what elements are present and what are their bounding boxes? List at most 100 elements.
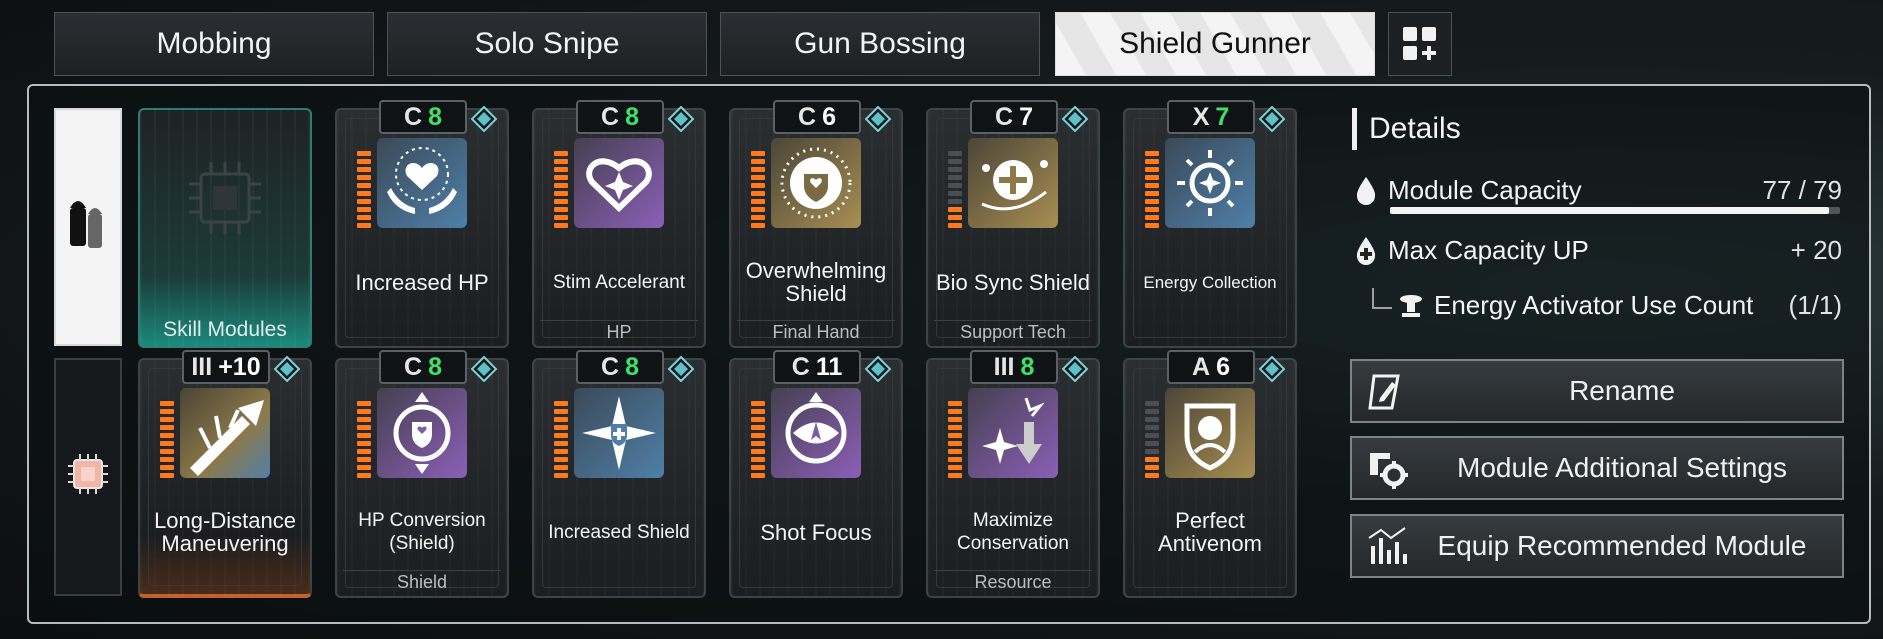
tree-branch-icon — [1372, 288, 1392, 309]
module-card[interactable]: C 8 Increased Shield — [532, 350, 706, 598]
module-icon-frame — [377, 388, 467, 478]
level-bars — [751, 144, 765, 228]
level-bars — [554, 394, 568, 478]
module-category: Support Tech — [934, 320, 1092, 344]
capacity-cost-badge: C 8 — [576, 350, 664, 384]
gem-icon — [865, 106, 891, 132]
module-name: Shot Focus — [760, 519, 872, 545]
module-card[interactable]: III +10 Long-Distance Maneuvering — [138, 350, 312, 598]
gem-icon — [1062, 106, 1088, 132]
cost-value: 7 — [1215, 102, 1230, 131]
level-bars — [357, 144, 371, 228]
max-capacity-value: + 20 — [1790, 234, 1842, 265]
module-additional-settings-button[interactable]: Module Additional Settings — [1350, 436, 1844, 500]
sun-star-icon — [1177, 150, 1243, 216]
module-capacity-value: 77 / 79 — [1762, 174, 1842, 205]
cost-value: 8 — [428, 352, 442, 381]
cost-value: 8 — [625, 352, 639, 381]
activator-row: Energy Activator Use Count (1/1) — [1370, 285, 1842, 325]
skill-module-label: Skill Modules — [163, 317, 287, 341]
cost-value: 11 — [815, 352, 843, 381]
tab-shield-gunner[interactable]: Shield Gunner — [1055, 12, 1375, 76]
capacity-cost-badge: A 6 — [1167, 350, 1255, 384]
cost-value: +10 — [218, 352, 261, 381]
cost-type-icon: C — [601, 102, 620, 131]
module-name: HP Conversion (Shield) — [358, 510, 486, 554]
drop-icon — [1356, 177, 1376, 205]
gem-icon — [274, 356, 300, 382]
module-icon-frame — [771, 138, 861, 228]
tab-solo-snipe[interactable]: Solo Snipe — [387, 12, 707, 76]
cost-value: 8 — [428, 102, 442, 131]
module-capacity-fill — [1390, 207, 1829, 214]
equip-recommended-module-button[interactable]: Equip Recommended Module — [1350, 514, 1844, 578]
module-capacity-bar — [1390, 207, 1840, 214]
skill-module-slot[interactable]: Skill Modules — [138, 108, 312, 348]
add-grid-icon — [1403, 27, 1436, 60]
module-name: Overwhelming Shield — [745, 258, 887, 306]
rename-button[interactable]: Rename — [1350, 359, 1844, 423]
level-bars — [751, 394, 765, 478]
cost-type-icon: III — [191, 352, 213, 381]
tab-mobbing[interactable]: Mobbing — [54, 12, 374, 76]
module-name: Increased HP — [355, 269, 489, 295]
module-icon-frame — [1165, 138, 1255, 228]
gem-icon — [1259, 106, 1285, 132]
module-card[interactable]: C 8 HP Conversion (Shield) Shield — [335, 350, 509, 598]
capacity-cost-badge: C 6 — [773, 100, 861, 134]
spiked-shield-icon — [780, 147, 852, 219]
gem-icon — [471, 356, 497, 382]
module-name: Perfect Antivenom — [1158, 508, 1262, 556]
module-card[interactable]: C 8 Increased HP — [335, 100, 509, 348]
gem-icon — [471, 106, 497, 132]
level-bars — [160, 394, 174, 478]
settings-gear-icon — [1370, 453, 1408, 489]
module-icon-frame — [771, 388, 861, 478]
add-preset-button[interactable] — [1388, 12, 1452, 76]
level-bars — [1145, 394, 1159, 478]
module-card[interactable]: A 6 Perfect Antivenom — [1123, 350, 1297, 598]
toxin-shield-icon — [1184, 403, 1236, 471]
module-icon-frame — [1165, 388, 1255, 478]
cost-value: 8 — [625, 102, 639, 131]
cost-type-icon: C — [798, 102, 817, 131]
capacity-cost-badge: C 8 — [576, 100, 664, 134]
orbit-cross-icon — [981, 160, 1048, 211]
chip-placeholder-icon — [189, 162, 261, 234]
activator-value: (1/1) — [1788, 289, 1842, 320]
capacity-cost-badge: III 8 — [970, 350, 1058, 384]
capacity-cost-badge: C 8 — [379, 100, 467, 134]
level-bars — [948, 394, 962, 478]
cost-type-icon: A — [1192, 352, 1211, 381]
cost-value: 8 — [1020, 352, 1035, 381]
capacity-cost-badge: C 7 — [970, 100, 1058, 134]
module-icon-frame — [574, 388, 664, 478]
module-card[interactable]: C 8 Stim Accelerant HP — [532, 100, 706, 348]
sidebar-item-chip[interactable] — [54, 358, 122, 596]
cost-type-icon: C — [601, 352, 620, 381]
cost-type-icon: III — [993, 352, 1015, 381]
module-card[interactable]: C 6 Overwhelming Shield Final Hand — [729, 100, 903, 348]
level-bars — [1145, 144, 1159, 228]
module-card[interactable]: C 11 Shot Focus — [729, 350, 903, 598]
sidebar-item-ammo[interactable] — [54, 108, 122, 346]
module-icon-frame — [968, 388, 1058, 478]
bullets-icon — [70, 201, 102, 248]
module-card[interactable]: III 8 Maximize Conservation Resource — [926, 350, 1100, 598]
tab-gun-bossing[interactable]: Gun Bossing — [720, 12, 1040, 76]
module-name: Energy Collection — [1143, 272, 1277, 292]
cost-value: 6 — [822, 102, 836, 131]
module-icon-frame — [180, 388, 270, 478]
module-card[interactable]: C 7 Bio Sync Shield Support Tech — [926, 100, 1100, 348]
stats-bars-icon — [1368, 527, 1407, 564]
cost-type-icon: C — [791, 352, 810, 381]
capacity-cost-badge: X 7 — [1167, 100, 1255, 134]
level-bars — [948, 144, 962, 228]
module-card[interactable]: X 7 Energy Collection — [1123, 100, 1297, 348]
capacity-cost-badge: III +10 — [182, 350, 270, 384]
module-category: Shield — [343, 570, 501, 594]
gem-icon — [1062, 356, 1088, 382]
module-name: Stim Accelerant — [553, 271, 685, 293]
max-capacity-label: Max Capacity UP — [1388, 234, 1589, 265]
cost-type-icon: C — [404, 102, 423, 131]
